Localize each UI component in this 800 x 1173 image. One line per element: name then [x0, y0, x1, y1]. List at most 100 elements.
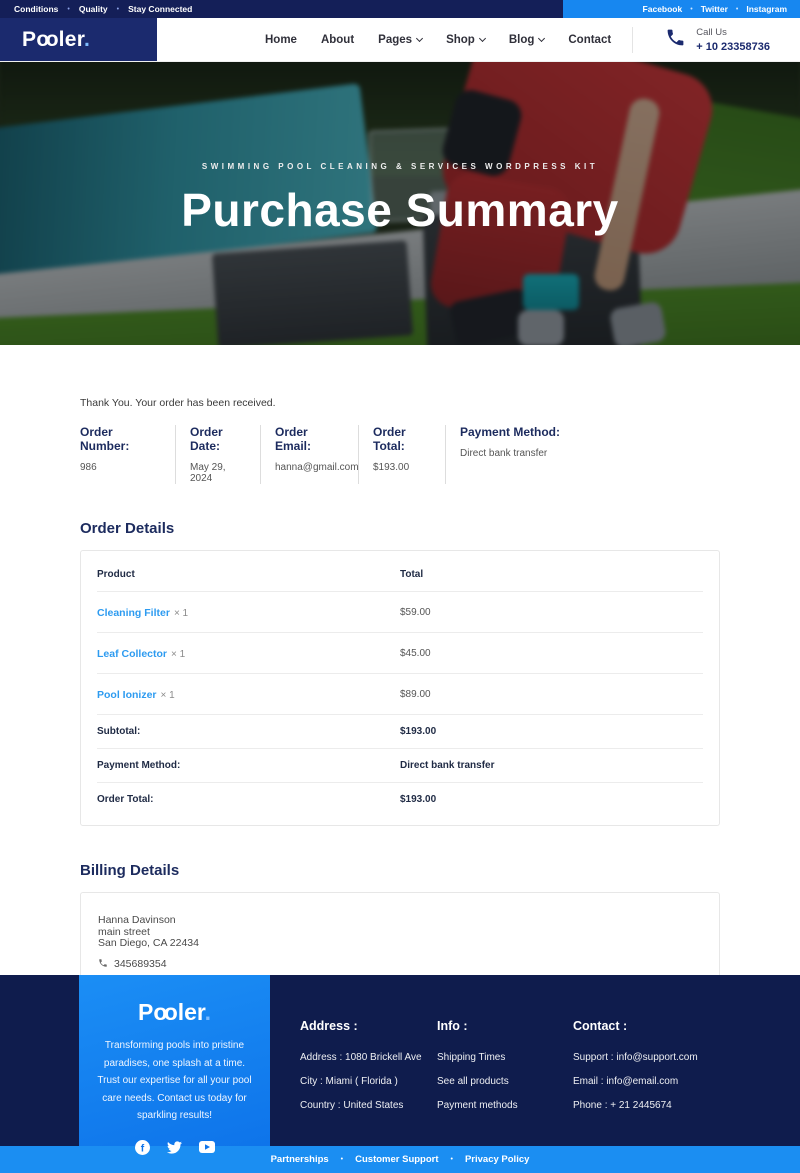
subtotal-label: Subtotal: [97, 726, 400, 737]
hero-content: SWIMMING POOL CLEANING & SERVICES WORDPR… [0, 62, 800, 345]
footer-logo[interactable]: Pooler. [138, 999, 211, 1026]
footer-phone-line: Phone : + 21 2445674 [573, 1100, 783, 1111]
site-header: Pooler. Home About Pages Shop Blog Conta… [0, 18, 800, 62]
footer-city-line: City : Miami ( Florida ) [300, 1076, 437, 1087]
separator-dot: • [736, 6, 738, 13]
order-number-field: Order Number: 986 [80, 425, 175, 484]
billing-phone[interactable]: 345689354 [114, 958, 167, 970]
nav-item-shop[interactable]: Shop [446, 34, 485, 46]
order-details-card: Product Total Cleaning Filter× 1 $59.00 … [80, 550, 720, 826]
footer-columns: Address : Address : 1080 Brickell Ave Ci… [300, 1019, 783, 1111]
bottom-link-partnerships[interactable]: Partnerships [271, 1154, 329, 1165]
product-total: $59.00 [400, 607, 703, 618]
bottom-bar: Partnerships • Customer Support • Privac… [0, 1146, 800, 1173]
product-link-pool-ionizer[interactable]: Pool Ionizer [97, 689, 157, 701]
footer-contact-heading: Contact : [573, 1019, 783, 1033]
order-number-value: 986 [80, 462, 161, 473]
order-number-label: Order Number: [80, 425, 161, 453]
order-total-row: Order Total: $193.00 [97, 783, 703, 816]
subtotal-row: Subtotal: $193.00 [97, 715, 703, 749]
bottom-link-customer-support[interactable]: Customer Support [355, 1154, 438, 1165]
footer-info-heading: Info : [437, 1019, 573, 1033]
phone-icon [98, 955, 108, 973]
call-us-phone[interactable]: + 10 23358736 [696, 41, 770, 53]
product-qty: × 1 [171, 649, 185, 660]
footer-address-line: Address : 1080 Brickell Ave [300, 1052, 437, 1063]
footer-social-icons: f [135, 1140, 215, 1155]
order-table: Product Total Cleaning Filter× 1 $59.00 … [81, 551, 719, 825]
topbar-link-quality[interactable]: Quality [79, 4, 108, 14]
topbar-link-conditions[interactable]: Conditions [14, 4, 58, 14]
payment-method-value: Direct bank transfer [460, 448, 560, 459]
chevron-down-icon [479, 34, 486, 41]
payment-method-label: Payment Method: [460, 425, 560, 439]
separator-dot: • [451, 1156, 453, 1163]
column-header-product: Product [97, 569, 400, 580]
footer-country-line: Country : United States [300, 1100, 437, 1111]
table-header-row: Product Total [97, 556, 703, 592]
bottom-link-privacy-policy[interactable]: Privacy Policy [465, 1154, 529, 1165]
order-total-label: Order Total: [373, 425, 431, 453]
hero-banner: SWIMMING POOL CLEANING & SERVICES WORDPR… [0, 62, 800, 345]
product-qty: × 1 [174, 608, 188, 619]
order-details-heading: Order Details [80, 520, 720, 537]
social-link-twitter[interactable]: Twitter [701, 4, 728, 14]
topbar-link-stay-connected[interactable]: Stay Connected [128, 4, 192, 14]
site-footer: Pooler. Transforming pools into pristine… [0, 975, 800, 1146]
social-link-instagram[interactable]: Instagram [746, 4, 787, 14]
footer-address-heading: Address : [300, 1019, 437, 1033]
svg-text:f: f [140, 1143, 144, 1154]
table-row: Pool Ionizer× 1 $89.00 [97, 674, 703, 715]
footer-link-see-all-products[interactable]: See all products [437, 1076, 573, 1087]
product-total: $45.00 [400, 648, 703, 659]
facebook-icon[interactable]: f [135, 1140, 150, 1155]
divider [632, 27, 633, 53]
order-date-field: Order Date: May 29, 2024 [175, 425, 260, 484]
footer-link-payment-methods[interactable]: Payment methods [437, 1100, 573, 1111]
column-header-total: Total [400, 569, 703, 580]
thank-you-message: Thank You. Your order has been received. [80, 397, 720, 409]
subtotal-value: $193.00 [400, 726, 703, 737]
call-us-label: Call Us [696, 27, 770, 38]
product-link-cleaning-filter[interactable]: Cleaning Filter [97, 607, 170, 619]
top-strip: Conditions • Quality • Stay Connected Fa… [0, 0, 800, 18]
payment-method-field: Payment Method: Direct bank transfer [445, 425, 574, 484]
payment-method-row-label: Payment Method: [97, 760, 400, 771]
billing-name: Hanna Davinson [98, 915, 702, 927]
order-total-row-value: $193.00 [400, 794, 703, 805]
main-nav: Home About Pages Shop Blog Contact [265, 34, 611, 46]
nav-item-pages[interactable]: Pages [378, 34, 422, 46]
order-email-value: hanna@gmail.com [275, 462, 344, 473]
separator-dot: • [67, 6, 69, 13]
table-row: Leaf Collector × 1 $45.00 [97, 633, 703, 674]
twitter-icon[interactable] [167, 1140, 182, 1155]
footer-link-shipping-times[interactable]: Shipping Times [437, 1052, 573, 1063]
footer-support-line: Support : info@support.com [573, 1052, 783, 1063]
separator-dot: • [117, 6, 119, 13]
product-total: $89.00 [400, 689, 703, 700]
logo-text: Pooler. [22, 28, 90, 52]
order-total-value: $193.00 [373, 462, 431, 473]
nav-item-home[interactable]: Home [265, 34, 297, 46]
nav-item-blog[interactable]: Blog [509, 34, 545, 46]
logo[interactable]: Pooler. [0, 18, 157, 61]
social-link-facebook[interactable]: Facebook [643, 4, 683, 14]
top-strip-social: Facebook • Twitter • Instagram [563, 0, 800, 18]
order-date-value: May 29, 2024 [190, 462, 246, 484]
youtube-icon[interactable] [199, 1141, 215, 1153]
top-strip-links: Conditions • Quality • Stay Connected [0, 0, 563, 18]
billing-details-heading: Billing Details [80, 862, 720, 879]
nav-item-contact[interactable]: Contact [568, 34, 611, 46]
order-total-row-label: Order Total: [97, 794, 400, 805]
billing-phone-row: 345689354 [98, 955, 702, 973]
order-total-field: Order Total: $193.00 [358, 425, 445, 484]
payment-method-row-value: Direct bank transfer [400, 760, 703, 771]
order-email-field: Order Email: hanna@gmail.com [260, 425, 358, 484]
nav-item-about[interactable]: About [321, 34, 354, 46]
page-title: Purchase Summary [181, 183, 619, 237]
chevron-down-icon [538, 34, 545, 41]
footer-tagline: Transforming pools into pristine paradis… [79, 1037, 270, 1125]
product-link-leaf-collector[interactable]: Leaf Collector [97, 648, 167, 660]
footer-column-info: Info : Shipping Times See all products P… [437, 1019, 573, 1111]
footer-brand-card: Pooler. Transforming pools into pristine… [79, 975, 270, 1146]
